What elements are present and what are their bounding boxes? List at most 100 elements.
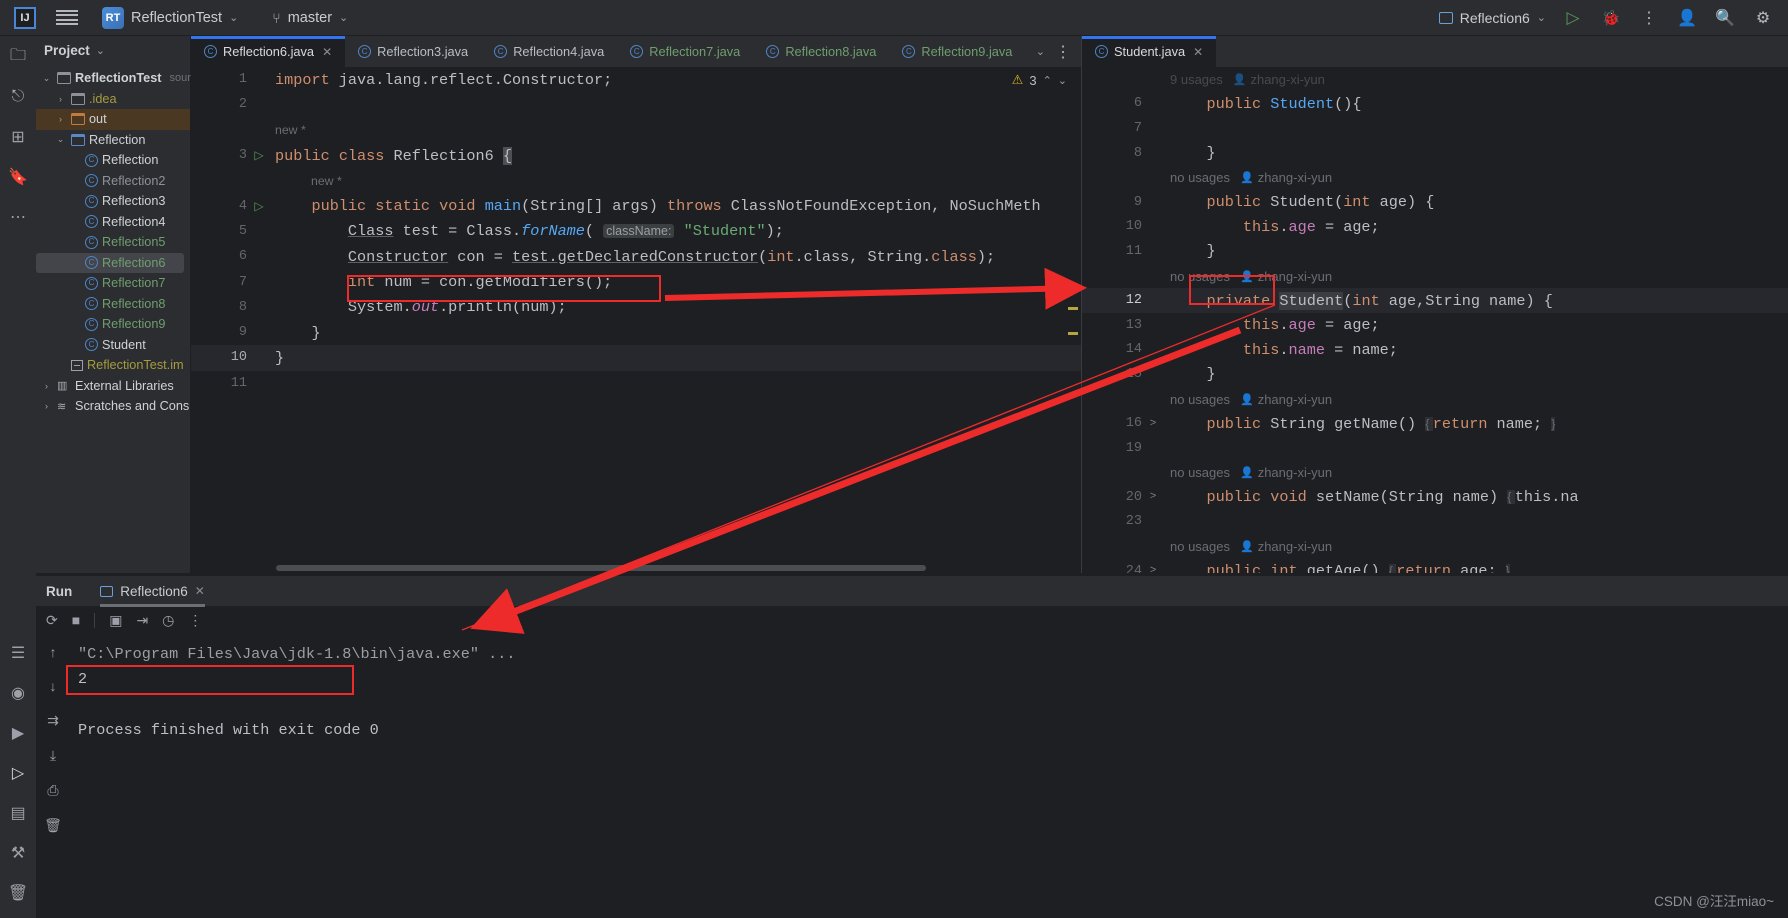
more-vertical-icon[interactable]: ⋮ — [188, 612, 202, 629]
code-line[interactable]: 3 ▷ public class Reflection6 { — [191, 143, 1081, 168]
code-line[interactable]: 9 public Student(int age) { — [1082, 190, 1788, 215]
chevron-right-icon[interactable]: › — [40, 381, 53, 391]
usage-count[interactable]: no usages — [1170, 392, 1230, 407]
chevron-right-icon[interactable]: › — [54, 94, 67, 104]
terminal-icon[interactable]: ▤ — [7, 802, 29, 824]
tree-node--idea[interactable]: › .idea — [36, 89, 190, 110]
editor-hscrollbar[interactable] — [191, 564, 1081, 573]
commit-icon[interactable]: ⎋ — [7, 86, 29, 108]
project-panel-header[interactable]: Project ⌄ — [36, 36, 190, 64]
close-icon[interactable]: ✕ — [1193, 45, 1203, 59]
tree-node-reflection8[interactable]: C Reflection8 — [36, 294, 190, 315]
code-line[interactable]: 13 this.age = age; — [1082, 313, 1788, 338]
code-line[interactable]: 16 > public String getName() { return nam… — [1082, 411, 1788, 436]
rerun-icon[interactable]: ⟳ — [46, 612, 58, 629]
tree-node-reflection3[interactable]: C Reflection3 — [36, 191, 190, 212]
code-line[interactable]: 23 — [1082, 510, 1788, 535]
hamburger-icon[interactable] — [56, 9, 78, 26]
code-line[interactable]: 10 this.age = age; — [1082, 215, 1788, 240]
trash-icon[interactable]: 🗑 — [7, 882, 29, 904]
chevron-down-icon[interactable]: ⌄ — [1036, 45, 1045, 58]
code-line[interactable]: 12 private Student(int age,String name) … — [1082, 288, 1788, 313]
code-line[interactable]: 6 Constructor con = test.getDeclaredCons… — [191, 244, 1081, 269]
code-line[interactable]: new * — [191, 168, 1081, 193]
code-line[interactable]: 7 int num = con.getModifiers(); — [191, 269, 1081, 294]
scroll-up-icon[interactable]: ↑ — [50, 644, 57, 660]
tree-node-reflectiontest-im[interactable]: ReflectionTest.im — [36, 355, 190, 376]
search-icon[interactable]: 🔍 — [1714, 7, 1736, 29]
tree-node-reflection[interactable]: ⌄ Reflection — [36, 130, 190, 151]
tree-node-out[interactable]: › out — [36, 109, 190, 130]
chevron-up-icon[interactable]: ⌃ — [1043, 74, 1052, 87]
code-vision-line[interactable]: no usages 👤 zhang-xi-yun — [1082, 165, 1788, 190]
export-icon[interactable]: ⇥ — [136, 612, 148, 629]
build-icon[interactable]: ⚒ — [7, 842, 29, 864]
tab-reflection4-java[interactable]: C Reflection4.java — [481, 36, 617, 67]
usage-count[interactable]: 9 usages — [1170, 72, 1223, 87]
code-line[interactable]: 24 > public int getAge() { return age; } — [1082, 559, 1788, 573]
chevron-right-icon[interactable]: › — [54, 114, 67, 124]
code-line[interactable]: 1 import java.lang.reflect.Constructor; — [191, 67, 1081, 92]
tree-node-reflection2[interactable]: C Reflection2 — [36, 171, 190, 192]
close-icon[interactable]: ✕ — [322, 45, 332, 59]
git-branch-selector[interactable]: ⑂ master ⌄ — [272, 10, 348, 26]
tree-node-external-libraries[interactable]: › ▥ External Libraries — [36, 376, 190, 397]
bookmarks-icon[interactable]: 🔖 — [7, 166, 29, 188]
run-line-icon[interactable]: ▷ — [247, 199, 271, 214]
run-line-icon[interactable]: ▷ — [247, 148, 271, 163]
tab-reflection6-java[interactable]: C Reflection6.java ✕ — [191, 36, 346, 67]
fold-expand-icon[interactable]: > — [1142, 418, 1164, 430]
student-code-area[interactable]: 9 usages 👤 zhang-xi-yun 6 public Student(){… — [1082, 67, 1788, 573]
code-line[interactable]: new * — [191, 118, 1081, 143]
code-line[interactable]: 10} — [191, 345, 1081, 371]
run-icon[interactable]: ▷ — [1562, 7, 1584, 29]
code-vision-line[interactable]: no usages 👤 zhang-xi-yun — [1082, 264, 1788, 289]
code-line[interactable]: 5 Class test = Class.forName( className:… — [191, 219, 1081, 244]
project-icon[interactable]: 🗀 — [7, 46, 29, 68]
tree-node-reflection4[interactable]: C Reflection4 — [36, 212, 190, 233]
tab-reflection7-java[interactable]: C Reflection7.java — [617, 36, 753, 67]
code-vision-line[interactable]: no usages 👤 zhang-xi-yun — [1082, 461, 1788, 486]
author-info[interactable]: 👤 zhang-xi-yun — [1240, 269, 1332, 284]
camera-icon[interactable]: ▣ — [109, 612, 122, 629]
settings-icon[interactable]: ⚙ — [1752, 7, 1774, 29]
tab-student-java[interactable]: C Student.java ✕ — [1082, 36, 1217, 67]
print-icon[interactable]: ⎙ — [47, 782, 58, 799]
code-line[interactable]: 4 ▷ public static void main(String[] args… — [191, 193, 1081, 218]
run-tool-icon[interactable]: ▷ — [7, 762, 29, 784]
tree-node-reflectiontest[interactable]: ⌄ ReflectionTest sourc — [36, 68, 197, 89]
code-line[interactable]: 6 public Student(){ — [1082, 92, 1788, 117]
run-tab-reflection6[interactable]: Reflection6 ✕ — [92, 576, 213, 607]
tree-node-student[interactable]: C Student — [36, 335, 190, 356]
code-line[interactable]: 20 > public void setName(String name) { t… — [1082, 485, 1788, 510]
tree-node-reflection9[interactable]: C Reflection9 — [36, 314, 190, 335]
tab-reflection9-java[interactable]: C Reflection9.java — [889, 36, 1025, 67]
soft-wrap-icon[interactable]: ⇉ — [47, 712, 59, 729]
usage-count[interactable]: no usages — [1170, 269, 1230, 284]
code-line[interactable]: 2 — [191, 92, 1081, 117]
author-info[interactable]: 👤 zhang-xi-yun — [1240, 170, 1332, 185]
inspection-widget[interactable]: ⚠ 3 ⌃ ⌄ — [1012, 72, 1067, 88]
tree-node-scratches-and-cons[interactable]: › ≋ Scratches and Cons — [36, 396, 190, 417]
structure-icon[interactable]: ⊞ — [7, 126, 29, 148]
chevron-down-icon[interactable]: ⌄ — [1058, 74, 1067, 87]
code-line[interactable]: 11 } — [1082, 239, 1788, 264]
tab-reflection3-java[interactable]: C Reflection3.java — [345, 36, 481, 67]
account-icon[interactable]: 👤 — [1676, 7, 1698, 29]
usage-count[interactable]: no usages — [1170, 170, 1230, 185]
code-line[interactable]: 19 — [1082, 436, 1788, 461]
chevron-down-icon[interactable]: ⌄ — [96, 44, 105, 57]
author-info[interactable]: 👤 zhang-xi-yun — [1233, 72, 1325, 87]
code-line[interactable]: 8 } — [1082, 141, 1788, 166]
chevron-right-icon[interactable]: › — [40, 401, 53, 411]
services-icon[interactable]: ▶ — [7, 722, 29, 744]
stripe-marker[interactable] — [1068, 307, 1078, 310]
clear-all-icon[interactable]: ⤓ — [50, 747, 56, 764]
editor-code-area[interactable]: 1 import java.lang.reflect.Constructor; 2 n… — [191, 67, 1081, 573]
code-vision-line[interactable]: 9 usages 👤 zhang-xi-yun — [1082, 67, 1788, 92]
close-icon[interactable]: ✕ — [195, 584, 205, 598]
chevron-down-icon[interactable]: ⌄ — [54, 134, 67, 145]
more-vertical-icon[interactable]: ⋮ — [1638, 7, 1660, 29]
fold-expand-icon[interactable]: > — [1142, 565, 1164, 573]
trash-icon[interactable]: 🗑 — [44, 817, 62, 834]
